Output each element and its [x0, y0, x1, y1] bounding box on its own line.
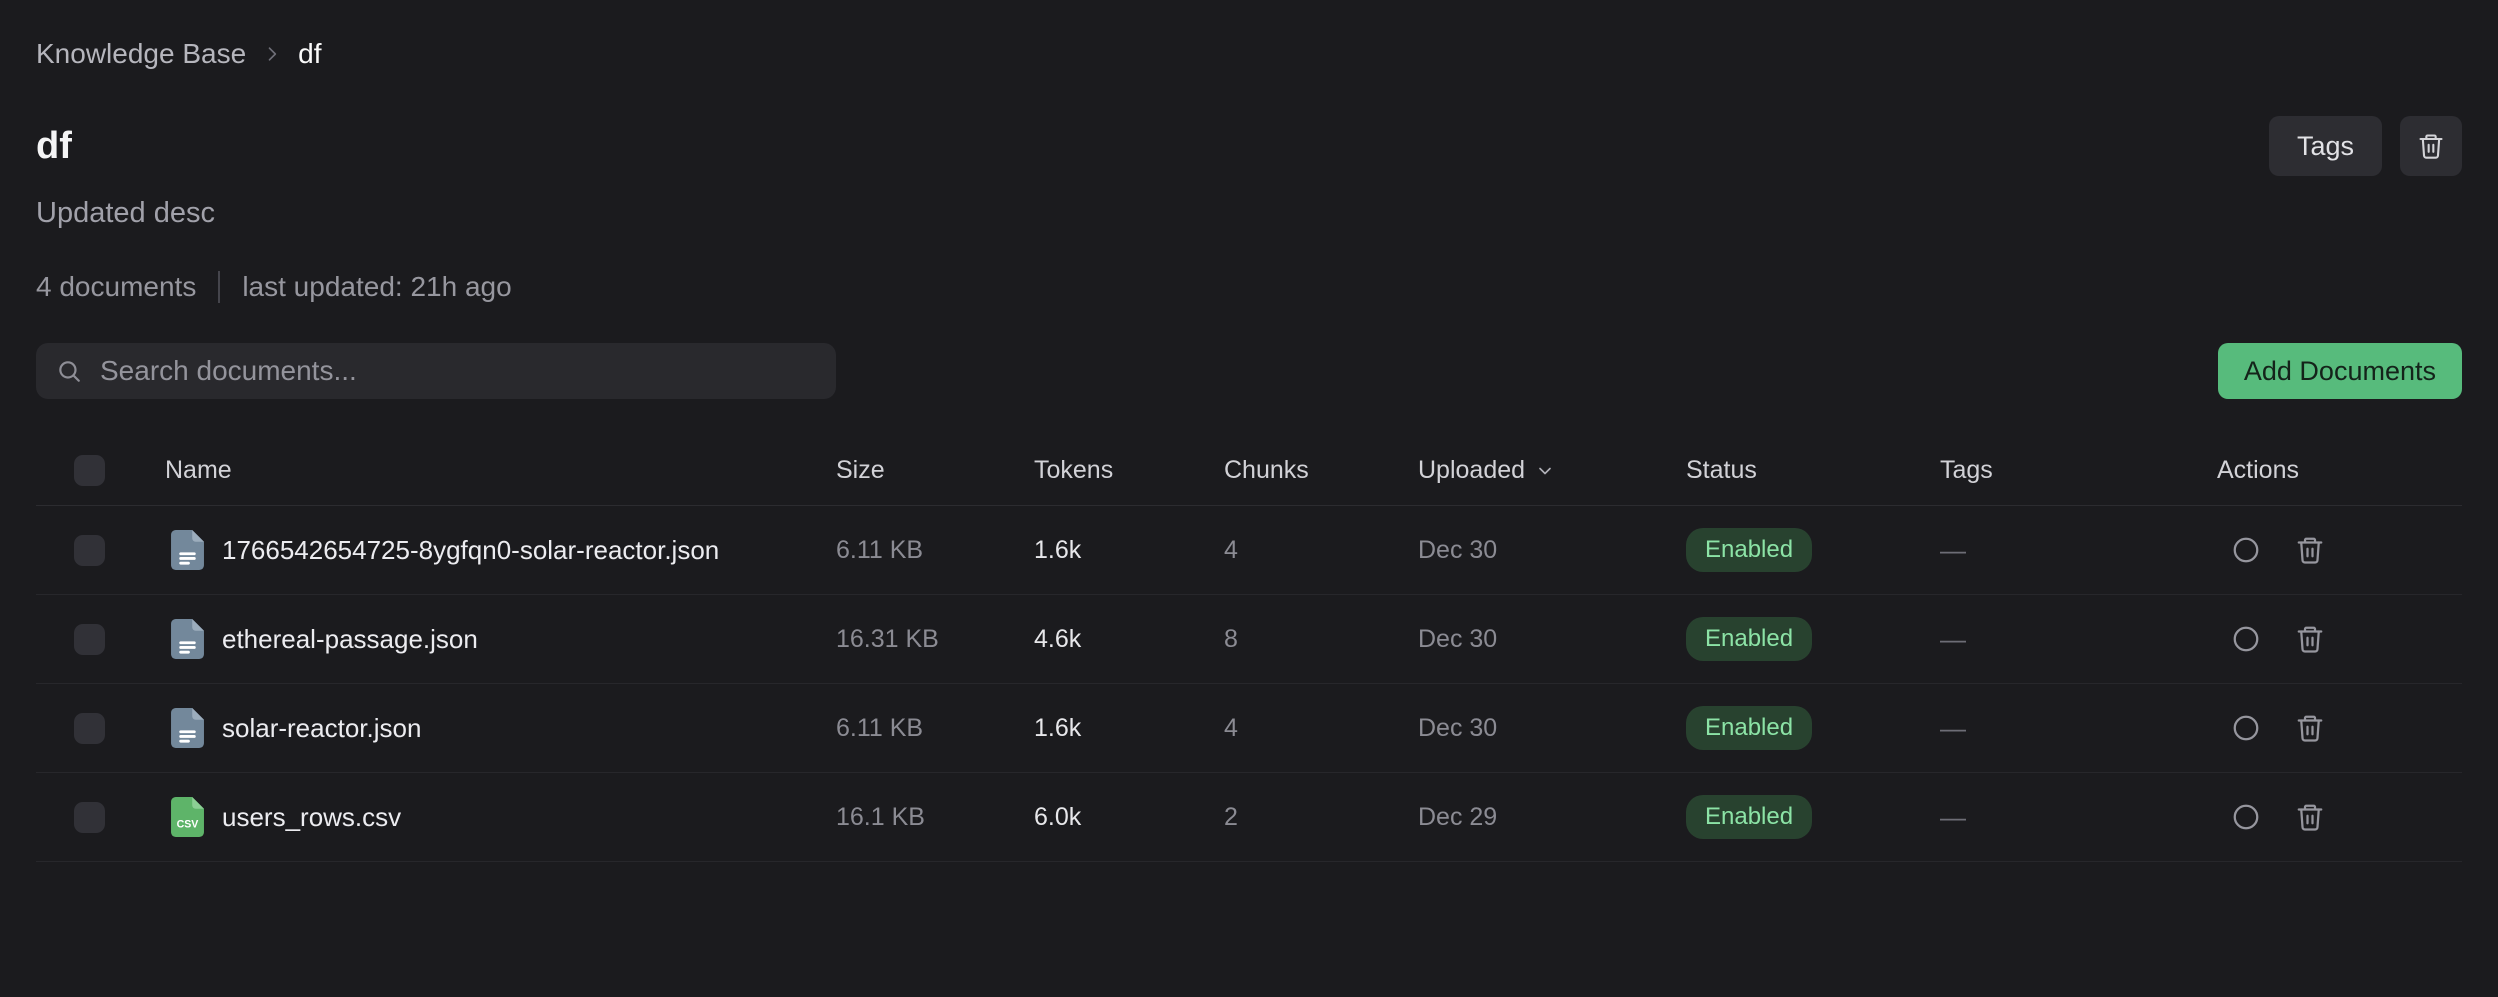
table-row: 1766542654725-8ygfqn0-solar-reactor.json… — [36, 506, 2462, 595]
breadcrumb: Knowledge Base df — [36, 0, 2462, 70]
document-chunks: 4 — [1224, 714, 1418, 743]
document-tokens: 1.6k — [1034, 714, 1224, 743]
toolbar: Add Documents — [36, 343, 2462, 399]
document-chunks: 4 — [1224, 536, 1418, 565]
document-tokens: 4.6k — [1034, 625, 1224, 654]
document-tokens: 1.6k — [1034, 536, 1224, 565]
column-header-status[interactable]: Status — [1686, 456, 1940, 485]
json-file-icon — [171, 619, 204, 659]
delete-knowledge-base-button[interactable] — [2400, 116, 2462, 176]
circle-icon — [2231, 624, 2261, 654]
toggle-status-button[interactable] — [2231, 535, 2261, 565]
column-header-chunks[interactable]: Chunks — [1224, 456, 1418, 485]
title-row: df Tags — [36, 116, 2462, 176]
circle-icon — [2231, 802, 2261, 832]
title-actions: Tags — [2269, 116, 2462, 176]
document-tags: — — [1940, 535, 2217, 566]
delete-document-button[interactable] — [2295, 713, 2325, 743]
document-uploaded: Dec 29 — [1418, 803, 1686, 832]
document-count: 4 documents — [36, 271, 196, 303]
delete-document-button[interactable] — [2295, 535, 2325, 565]
page-title: df — [36, 124, 72, 168]
document-uploaded: Dec 30 — [1418, 625, 1686, 654]
trash-icon — [2417, 132, 2445, 160]
row-checkbox[interactable] — [74, 624, 105, 655]
toggle-status-button[interactable] — [2231, 802, 2261, 832]
document-tokens: 6.0k — [1034, 803, 1224, 832]
table-row: solar-reactor.json 6.11 KB 1.6k 4 Dec 30… — [36, 684, 2462, 773]
svg-text:CSV: CSV — [177, 819, 199, 831]
trash-icon — [2295, 535, 2325, 565]
document-uploaded: Dec 30 — [1418, 536, 1686, 565]
toggle-status-button[interactable] — [2231, 713, 2261, 743]
row-checkbox[interactable] — [74, 802, 105, 833]
row-checkbox[interactable] — [74, 713, 105, 744]
document-chunks: 8 — [1224, 625, 1418, 654]
column-header-tokens[interactable]: Tokens — [1034, 456, 1224, 485]
column-header-size[interactable]: Size — [836, 456, 1034, 485]
status-badge: Enabled — [1686, 795, 1812, 839]
document-size: 6.11 KB — [836, 714, 1034, 743]
table-body: 1766542654725-8ygfqn0-solar-reactor.json… — [36, 506, 2462, 862]
select-all-checkbox[interactable] — [74, 455, 105, 486]
breadcrumb-current: df — [298, 38, 321, 70]
document-name[interactable]: 1766542654725-8ygfqn0-solar-reactor.json — [222, 535, 719, 566]
column-header-actions: Actions — [2217, 456, 2462, 485]
document-size: 16.1 KB — [836, 803, 1034, 832]
circle-icon — [2231, 535, 2261, 565]
table-header: Name Size Tokens Chunks Uploaded Status … — [36, 436, 2462, 506]
knowledge-base-page: Knowledge Base df df Tags Updated desc 4… — [0, 0, 2498, 997]
last-updated: last updated: 21h ago — [242, 271, 511, 303]
delete-document-button[interactable] — [2295, 802, 2325, 832]
documents-table: Name Size Tokens Chunks Uploaded Status … — [36, 436, 2462, 862]
circle-icon — [2231, 713, 2261, 743]
document-tags: — — [1940, 713, 2217, 744]
column-header-tags: Tags — [1940, 456, 2217, 485]
chevron-down-icon — [1535, 461, 1555, 481]
search-box[interactable] — [36, 343, 836, 399]
document-uploaded: Dec 30 — [1418, 714, 1686, 743]
status-badge: Enabled — [1686, 617, 1812, 661]
kb-description: Updated desc — [36, 198, 2462, 228]
column-header-uploaded[interactable]: Uploaded — [1418, 456, 1686, 485]
document-name[interactable]: ethereal-passage.json — [222, 624, 478, 655]
document-chunks: 2 — [1224, 803, 1418, 832]
add-documents-button[interactable]: Add Documents — [2218, 343, 2462, 399]
trash-icon — [2295, 713, 2325, 743]
table-row: ethereal-passage.json 16.31 KB 4.6k 8 De… — [36, 595, 2462, 684]
json-file-icon — [171, 530, 204, 570]
json-file-icon — [171, 708, 204, 748]
column-header-name[interactable]: Name — [141, 456, 836, 485]
uploaded-label: Uploaded — [1418, 456, 1525, 485]
search-input[interactable] — [98, 354, 816, 388]
document-name[interactable]: solar-reactor.json — [222, 713, 421, 744]
status-badge: Enabled — [1686, 528, 1812, 572]
document-name[interactable]: users_rows.csv — [222, 802, 401, 833]
csv-file-icon: CSV — [171, 797, 204, 837]
document-size: 6.11 KB — [836, 536, 1034, 565]
document-size: 16.31 KB — [836, 625, 1034, 654]
tags-button[interactable]: Tags — [2269, 116, 2382, 176]
status-badge: Enabled — [1686, 706, 1812, 750]
chevron-right-icon — [262, 44, 282, 64]
table-row: CSV users_rows.csv 16.1 KB 6.0k 2 Dec 29… — [36, 773, 2462, 862]
toggle-status-button[interactable] — [2231, 624, 2261, 654]
document-tags: — — [1940, 802, 2217, 833]
search-icon — [56, 358, 82, 384]
breadcrumb-knowledge-base[interactable]: Knowledge Base — [36, 38, 246, 70]
document-tags: — — [1940, 624, 2217, 655]
row-checkbox[interactable] — [74, 535, 105, 566]
trash-icon — [2295, 802, 2325, 832]
delete-document-button[interactable] — [2295, 624, 2325, 654]
divider — [218, 271, 220, 303]
trash-icon — [2295, 624, 2325, 654]
kb-stats: 4 documents last updated: 21h ago — [36, 271, 2462, 303]
